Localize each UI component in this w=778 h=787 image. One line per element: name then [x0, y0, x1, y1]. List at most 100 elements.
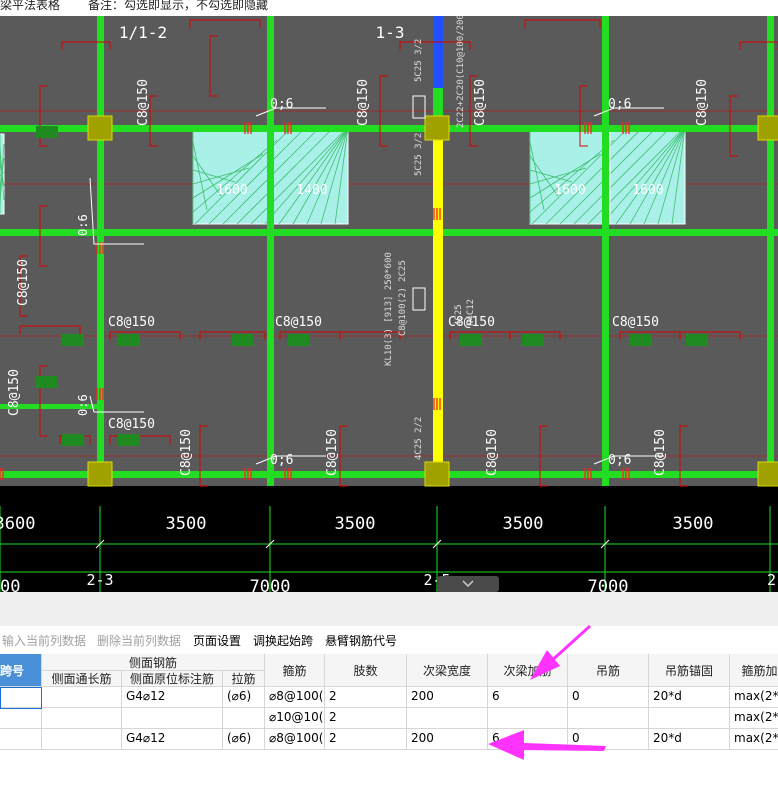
- dimension-value: 7000: [588, 577, 629, 592]
- cell-sec-width[interactable]: 200: [407, 687, 488, 708]
- cell-stirrup-add[interactable]: max(2*h: [730, 729, 778, 750]
- header-hanger[interactable]: 吊筋: [568, 654, 649, 687]
- header-legs[interactable]: 肢数: [325, 654, 407, 687]
- cell-legs[interactable]: 2: [325, 687, 407, 708]
- page-setup-button[interactable]: 页面设置: [193, 632, 241, 649]
- dimension-value: 3500: [335, 514, 376, 534]
- collapse-handle[interactable]: [437, 576, 499, 592]
- rebar-label: 0:6: [76, 394, 90, 416]
- beam-horizontal: [0, 229, 778, 236]
- beam-annotation: KL10(3) [913] 250*600: [384, 252, 394, 366]
- dimension-value: 3500: [503, 514, 544, 534]
- header-span[interactable]: 跨号: [0, 654, 42, 687]
- cell-hanger[interactable]: 0: [568, 687, 649, 708]
- cell-hanger-anchor[interactable]: 20*d: [649, 687, 730, 708]
- cell-tie[interactable]: (⌀6): [223, 687, 265, 708]
- rebar-label: 0:6: [76, 214, 90, 236]
- header-stirrup-add[interactable]: 箍筋加: [730, 654, 778, 687]
- cell-stirrup[interactable]: ⌀8@100(: [265, 729, 325, 750]
- top-hint-bar: 梁平法表格 备注：勾选即显示，不勾选即隐藏: [0, 0, 778, 16]
- cell-side-orig[interactable]: G4⌀12: [122, 729, 223, 750]
- swap-start-span-button[interactable]: 调换起始跨: [253, 632, 313, 649]
- green-tag: [288, 334, 310, 346]
- column: [424, 115, 450, 141]
- cell-side-through[interactable]: [42, 708, 122, 729]
- cell-legs[interactable]: 2: [325, 729, 407, 750]
- cell-sec-width[interactable]: [407, 708, 488, 729]
- dimension-value: 3500: [673, 514, 714, 534]
- cell-hanger-anchor[interactable]: 20*d: [649, 729, 730, 750]
- header-tie[interactable]: 拉筋: [223, 671, 265, 687]
- cell-span[interactable]: [0, 729, 42, 750]
- beam-annotation: 4C25 2/2: [414, 417, 424, 460]
- cell-span[interactable]: [0, 708, 42, 729]
- header-side-through[interactable]: 侧面通长筋: [42, 671, 122, 687]
- header-side-original[interactable]: 侧面原位标注筋: [122, 671, 223, 687]
- beam-annotation: 2C22+2C20(C10@100/200) 250*400: [456, 16, 466, 128]
- green-tag: [522, 334, 544, 346]
- panel-splitter[interactable]: [0, 592, 778, 626]
- cell-tie[interactable]: [223, 708, 265, 729]
- cell-tie[interactable]: (⌀6): [223, 729, 265, 750]
- header-secondary-add[interactable]: 次梁加筋: [488, 654, 568, 687]
- stirrup-label: C8@150: [179, 429, 194, 476]
- beam-vertical: [767, 16, 774, 486]
- stirrup-label: C8@150: [653, 429, 668, 476]
- green-tag: [630, 334, 652, 346]
- dimension-value: 3500: [166, 514, 207, 534]
- green-tag: [460, 334, 482, 346]
- stirrup-label: C8@150: [612, 315, 659, 330]
- cell-side-orig[interactable]: [122, 708, 223, 729]
- stirrup-label: C8@150: [695, 79, 710, 126]
- stirrup-label: C8@150: [485, 429, 500, 476]
- beam-vertical: [602, 16, 609, 486]
- cell-sec-width[interactable]: 200: [407, 729, 488, 750]
- selected-beam: [433, 128, 443, 478]
- cell-hanger[interactable]: [568, 708, 649, 729]
- green-tag: [62, 334, 84, 346]
- stirrup-label: C8@150: [275, 315, 322, 330]
- beam-annotation: N4C12: [466, 299, 476, 326]
- green-tag: [118, 334, 140, 346]
- cantilever-rebar-code-button[interactable]: 悬臂钢筋代号: [325, 632, 397, 649]
- cell-sec-add[interactable]: 6: [488, 729, 568, 750]
- cell-stirrup-add[interactable]: max(2*h: [730, 708, 778, 729]
- cell-side-orig[interactable]: G4⌀12: [122, 687, 223, 708]
- rebar-label: 0;6: [608, 453, 631, 468]
- slab-value: 1600: [216, 183, 247, 198]
- hint-note: 备注：勾选即显示，不勾选即隐藏: [88, 0, 269, 12]
- stirrup-label: C8@150: [325, 429, 340, 476]
- axis-label-bottom: 2-: [767, 571, 778, 589]
- delete-current-column-button[interactable]: 删除当前列数据: [97, 632, 181, 649]
- cell-side-through[interactable]: [42, 687, 122, 708]
- stirrup-label: C8@150: [356, 79, 371, 126]
- dimension-value: 00: [0, 577, 20, 592]
- cell-legs[interactable]: 2: [325, 708, 407, 729]
- green-tag: [232, 334, 254, 346]
- table-title: 梁平法表格: [0, 0, 61, 12]
- selected-cell-outline: [0, 687, 42, 709]
- beam-horizontal: [0, 125, 778, 132]
- beam-vertical-blue: [433, 16, 443, 88]
- beam-annotation: 5C25 3/2: [414, 133, 424, 176]
- cad-drawing-canvas[interactable]: 1600 1400 1600 1600 1/1-2 1-3 C8@150 C8@150 C8@1…: [0, 16, 778, 592]
- header-secondary-width[interactable]: 次梁宽度: [407, 654, 488, 687]
- axis-label: 1-3: [376, 23, 405, 42]
- cell-stirrup[interactable]: ⌀10@10(: [265, 708, 325, 729]
- cell-sec-add[interactable]: [488, 708, 568, 729]
- cell-stirrup-add[interactable]: max(2*h: [730, 687, 778, 708]
- cell-side-through[interactable]: [42, 729, 122, 750]
- table-toolbar: 输入当前列数据 删除当前列数据 页面设置 调换起始跨 悬臂钢筋代号: [0, 626, 778, 654]
- header-stirrup[interactable]: 箍筋: [265, 654, 325, 687]
- column: [757, 115, 778, 141]
- slab-value: 1600: [632, 183, 663, 198]
- cell-hanger-anchor[interactable]: [649, 708, 730, 729]
- beam-annotation: C8@100(2) 2C25: [398, 260, 408, 336]
- input-current-column-button[interactable]: 输入当前列数据: [2, 632, 86, 649]
- cell-sec-add[interactable]: 6: [488, 687, 568, 708]
- column: [757, 461, 778, 487]
- beam-vertical: [267, 16, 274, 486]
- header-hanger-anchor[interactable]: 吊筋锚固: [649, 654, 730, 687]
- cell-hanger[interactable]: 0: [568, 729, 649, 750]
- cell-stirrup[interactable]: ⌀8@100(: [265, 687, 325, 708]
